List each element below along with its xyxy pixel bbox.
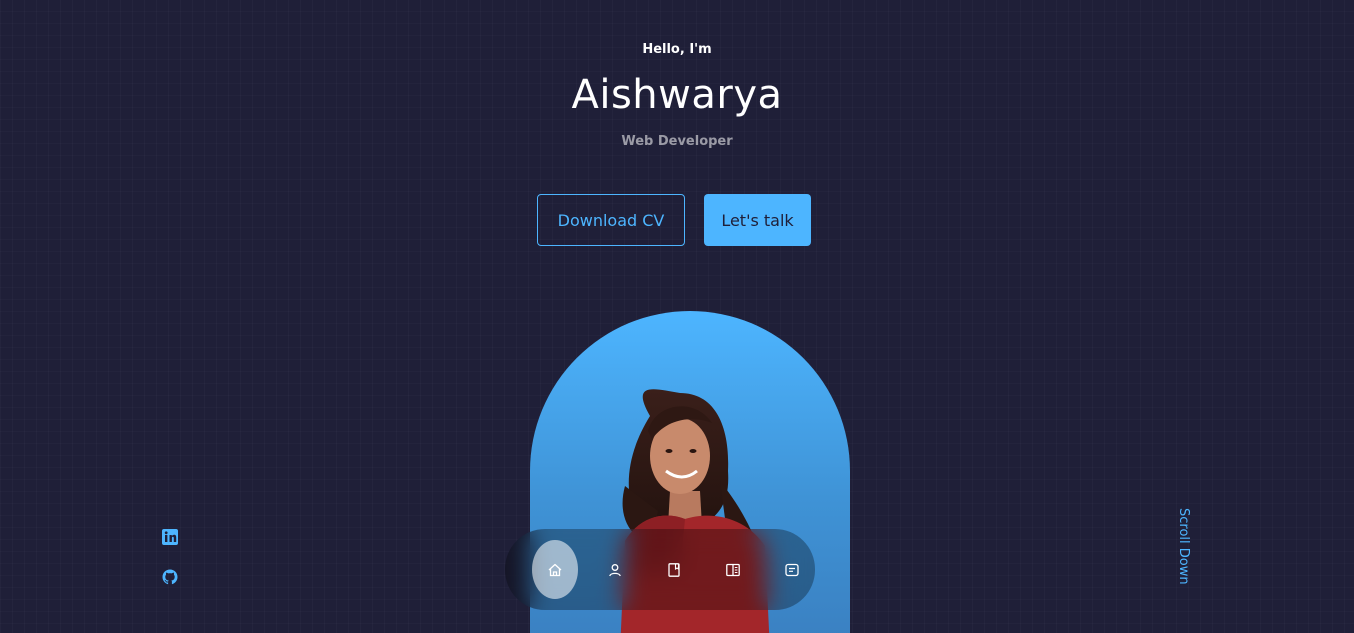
social-links — [161, 528, 181, 608]
greeting-text: Hello, I'm — [642, 42, 712, 57]
github-icon[interactable] — [161, 568, 179, 586]
nav-about[interactable] — [592, 540, 638, 599]
lets-talk-button[interactable]: Let's talk — [704, 194, 811, 246]
message-icon — [785, 563, 799, 576]
book-icon — [668, 562, 680, 577]
download-cv-button[interactable]: Download CV — [537, 194, 685, 246]
nav-experience[interactable] — [651, 540, 697, 599]
home-icon — [548, 563, 562, 576]
floating-nav — [505, 529, 815, 610]
nav-services[interactable] — [710, 540, 756, 599]
scroll-down-link[interactable]: Scroll Down — [1171, 508, 1191, 592]
services-icon — [726, 563, 740, 576]
page-title: Aishwarya — [571, 72, 783, 118]
role-subtitle: Web Developer — [621, 134, 733, 149]
linkedin-icon[interactable] — [161, 528, 179, 546]
user-icon — [609, 563, 621, 576]
nav-home[interactable] — [532, 540, 578, 599]
nav-contact[interactable] — [769, 540, 815, 599]
